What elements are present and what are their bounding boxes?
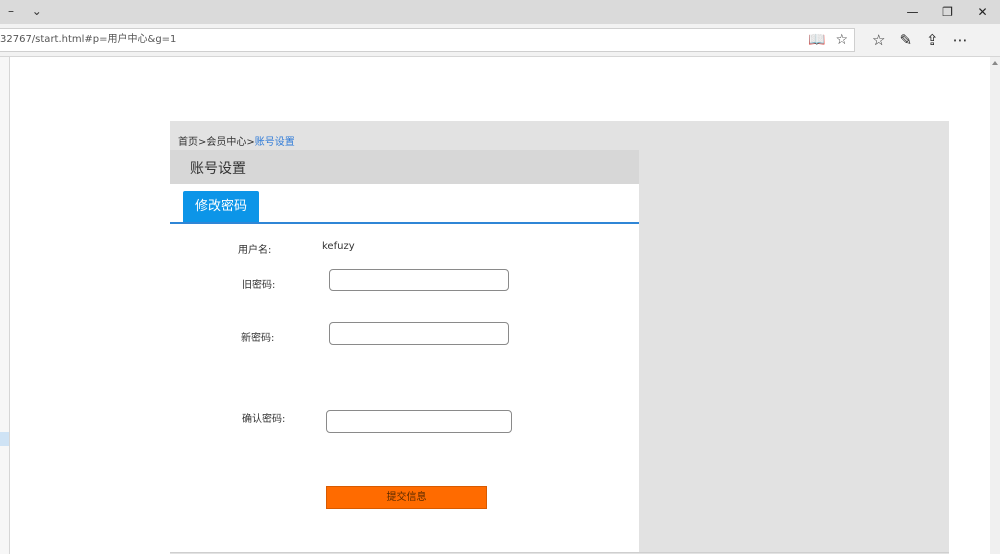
breadcrumb-member-center[interactable]: 会员中心 (206, 137, 246, 148)
new-password-field[interactable] (329, 322, 509, 345)
favorite-star-icon[interactable]: ☆ (835, 29, 848, 51)
new-password-label: 新密码: (241, 333, 275, 344)
favorites-list-icon[interactable]: ☆ (872, 31, 885, 49)
window-controls: — ❐ ✕ (895, 0, 1000, 24)
breadcrumb-home[interactable]: 首页 (178, 137, 198, 148)
left-pane-selection (0, 432, 9, 446)
pen-icon[interactable]: ✎ (899, 31, 912, 49)
tab-minus-icon[interactable]: – (0, 4, 22, 18)
scroll-up-arrow-icon[interactable] (992, 61, 998, 65)
tab-controls: – ⌄ (0, 4, 48, 18)
submit-button[interactable]: 提交信息 (326, 486, 487, 509)
minimize-button[interactable]: — (895, 0, 930, 24)
breadcrumb-separator: > (246, 137, 255, 148)
url-text: 32767/start.html#p=用户中心&g=1 (0, 34, 177, 45)
restore-button[interactable]: ❐ (930, 0, 965, 24)
tab-list-chevron-icon[interactable]: ⌄ (26, 4, 48, 18)
address-bar[interactable]: 32767/start.html#p=用户中心&g=1 📖 ☆ (0, 28, 855, 52)
confirm-password-field[interactable] (326, 410, 512, 433)
breadcrumb: 首页>会员中心>账号设置 (178, 133, 295, 148)
section-header: 账号设置 (170, 150, 639, 184)
breadcrumb-current: 账号设置 (254, 137, 295, 148)
close-button[interactable]: ✕ (965, 0, 1000, 24)
panel-bottom-border (170, 552, 949, 553)
left-pane (0, 57, 10, 554)
vertical-scrollbar[interactable] (990, 57, 1000, 554)
browser-toolbar: ☆ ✎ ⇪ ⋯ (872, 28, 968, 52)
confirm-password-label: 确认密码: (242, 414, 286, 425)
old-password-field[interactable] (329, 269, 509, 291)
section-title: 账号设置 (190, 161, 246, 177)
reading-view-icon[interactable]: 📖 (808, 29, 825, 51)
username-label: 用户名: (238, 245, 272, 256)
tab-underline (170, 222, 639, 224)
address-bar-row: 32767/start.html#p=用户中心&g=1 📖 ☆ ☆ ✎ ⇪ ⋯ (0, 24, 1000, 57)
share-icon[interactable]: ⇪ (926, 31, 939, 49)
url-icons: 📖 ☆ (808, 29, 848, 51)
account-settings-form: 账号设置 修改密码 用户名: kefuzy 旧密码: 新密码: 确认密码: 提交… (170, 150, 639, 552)
old-password-label: 旧密码: (242, 280, 276, 291)
tab-change-password[interactable]: 修改密码 (183, 191, 259, 223)
browser-title-bar: – ⌄ — ❐ ✕ (0, 0, 1000, 24)
more-icon[interactable]: ⋯ (953, 31, 968, 49)
username-value: kefuzy (322, 241, 355, 252)
